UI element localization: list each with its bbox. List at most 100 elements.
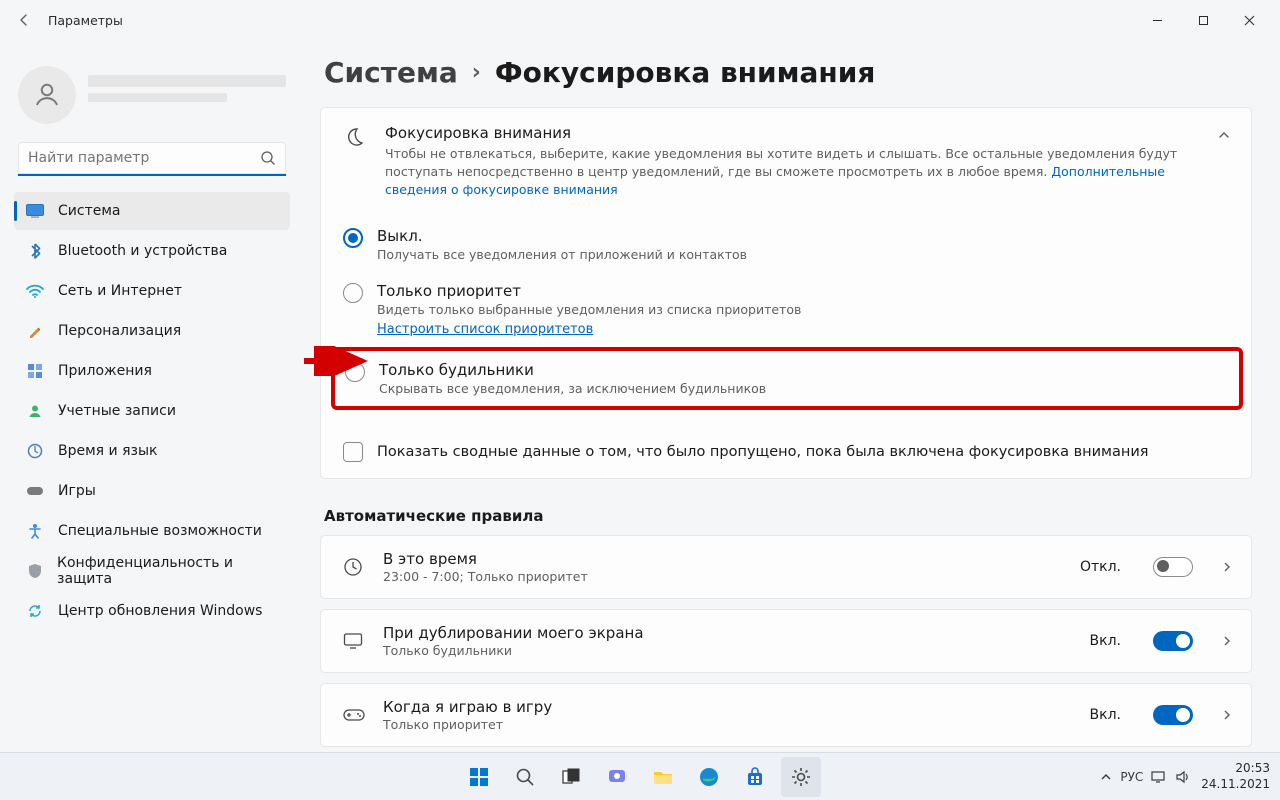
taskbar: РУС 20:53 24.11.2021 (0, 752, 1280, 800)
chevron-right-icon (1221, 635, 1233, 647)
monitor-icon (343, 632, 365, 650)
rule-state: Вкл. (1090, 633, 1121, 649)
checkbox-label: Показать сводные данные о том, что было … (377, 444, 1148, 460)
chat-button[interactable] (597, 757, 637, 797)
sidebar-item-time-language[interactable]: Время и язык (14, 432, 290, 470)
clock[interactable]: 20:53 24.11.2021 (1201, 761, 1270, 792)
toggle-switch[interactable] (1153, 705, 1193, 725)
chevron-right-icon: › (472, 60, 481, 85)
radio-sublabel: Видеть только выбранные уведомления из с… (377, 301, 1231, 319)
tray-chevron-up-icon[interactable] (1100, 771, 1112, 783)
settings-button[interactable] (781, 757, 821, 797)
start-button[interactable] (459, 757, 499, 797)
store-button[interactable] (735, 757, 775, 797)
apps-icon (26, 362, 44, 380)
toggle-switch[interactable] (1153, 631, 1193, 651)
sidebar-item-label: Специальные возможности (58, 523, 262, 539)
sidebar-item-windows-update[interactable]: Центр обновления Windows (14, 592, 290, 630)
task-view-button[interactable] (551, 757, 591, 797)
chevron-right-icon (1221, 561, 1233, 573)
rule-state: Откл. (1080, 559, 1121, 575)
radio-option-priority[interactable]: Только приоритет Видеть только выбранные… (343, 272, 1231, 346)
shield-icon (26, 562, 43, 580)
clock-time: 20:53 (1201, 761, 1270, 777)
breadcrumb: Система › Фокусировка внимания (320, 46, 1252, 107)
annotation-highlight: Только будильники Скрывать все уведомлен… (331, 347, 1243, 410)
edge-button[interactable] (689, 757, 729, 797)
rule-gaming[interactable]: Когда я играю в игру Только приоритет Вк… (320, 683, 1252, 747)
minimize-button[interactable] (1134, 4, 1180, 36)
focus-assist-title: Фокусировка внимания (385, 124, 1199, 142)
maximize-button[interactable] (1180, 4, 1226, 36)
toggle-switch[interactable] (1153, 557, 1193, 577)
clock-icon (343, 557, 365, 577)
sidebar-item-personalization[interactable]: Персонализация (14, 312, 290, 350)
search-icon (260, 150, 276, 166)
summary-checkbox-row[interactable]: Показать сводные данные о том, что было … (321, 428, 1251, 478)
sidebar-item-accounts[interactable]: Учетные записи (14, 392, 290, 430)
sidebar-item-label: Конфиденциальность и защита (57, 555, 280, 587)
radio-option-off[interactable]: Выкл. Получать все уведомления от прилож… (343, 217, 1231, 272)
gamepad-icon (26, 482, 44, 500)
rule-title: При дублировании моего экрана (383, 624, 1072, 642)
user-name-placeholder (88, 75, 286, 115)
moon-icon (343, 124, 367, 148)
person-icon (26, 402, 44, 420)
priority-list-link[interactable]: Настроить список приоритетов (377, 322, 593, 337)
nav-list: Система Bluetooth и устройства Сеть и Ин… (14, 192, 290, 630)
update-icon (26, 602, 44, 620)
paintbrush-icon (26, 322, 44, 340)
search-box (18, 142, 286, 176)
chevron-up-icon (1217, 124, 1231, 142)
sidebar-item-system[interactable]: Система (14, 192, 290, 230)
radio-label: Только будильники (379, 361, 1229, 379)
sidebar-item-network[interactable]: Сеть и Интернет (14, 272, 290, 310)
radio-label: Только приоритет (377, 282, 1231, 300)
window-title: Параметры (48, 13, 123, 28)
globe-clock-icon (26, 442, 44, 460)
rule-sub: 23:00 - 7:00; Только приоритет (383, 569, 1062, 584)
rule-sub: Только приоритет (383, 717, 1072, 732)
titlebar: Параметры (0, 0, 1280, 40)
sidebar: Система Bluetooth и устройства Сеть и Ин… (0, 40, 300, 752)
automatic-rules-heading: Автоматические правила (320, 489, 1252, 535)
sidebar-item-label: Учетные записи (58, 403, 176, 419)
focus-assist-card: Фокусировка внимания Чтобы не отвлекатьс… (320, 107, 1252, 479)
wifi-icon (26, 282, 44, 300)
system-icon (26, 202, 44, 220)
taskbar-center (459, 757, 821, 797)
user-block[interactable] (14, 48, 290, 142)
sidebar-item-gaming[interactable]: Игры (14, 472, 290, 510)
sidebar-item-label: Bluetooth и устройства (58, 243, 227, 259)
search-input[interactable] (18, 142, 286, 176)
volume-icon[interactable] (1175, 770, 1191, 784)
language-indicator[interactable]: РУС (1120, 770, 1143, 784)
radio-indicator (345, 362, 365, 382)
taskbar-search-button[interactable] (505, 757, 545, 797)
close-button[interactable] (1226, 4, 1272, 36)
breadcrumb-current: Фокусировка внимания (495, 56, 876, 89)
sidebar-item-apps[interactable]: Приложения (14, 352, 290, 390)
taskbar-tray: РУС 20:53 24.11.2021 (1100, 753, 1280, 800)
breadcrumb-parent[interactable]: Система (324, 56, 458, 89)
sidebar-item-privacy[interactable]: Конфиденциальность и защита (14, 552, 290, 590)
rule-duplicate-screen[interactable]: При дублировании моего экрана Только буд… (320, 609, 1252, 673)
back-button[interactable] (8, 4, 40, 36)
rule-title: В это время (383, 550, 1062, 568)
network-icon[interactable] (1151, 770, 1167, 784)
focus-assist-header[interactable]: Фокусировка внимания Чтобы не отвлекатьс… (321, 108, 1251, 213)
rule-sub: Только будильники (383, 643, 1072, 658)
sidebar-item-label: Персонализация (58, 323, 181, 339)
sidebar-item-bluetooth[interactable]: Bluetooth и устройства (14, 232, 290, 270)
sidebar-item-label: Приложения (58, 363, 152, 379)
bluetooth-icon (26, 242, 44, 260)
radio-label: Выкл. (377, 227, 1231, 245)
clock-date: 24.11.2021 (1201, 777, 1270, 793)
file-explorer-button[interactable] (643, 757, 683, 797)
sidebar-item-accessibility[interactable]: Специальные возможности (14, 512, 290, 550)
accessibility-icon (26, 522, 44, 540)
radio-indicator (343, 228, 363, 248)
sidebar-item-label: Сеть и Интернет (58, 283, 182, 299)
radio-option-alarms[interactable]: Только будильники Скрывать все уведомлен… (345, 359, 1229, 400)
rule-time[interactable]: В это время 23:00 - 7:00; Только приорит… (320, 535, 1252, 599)
